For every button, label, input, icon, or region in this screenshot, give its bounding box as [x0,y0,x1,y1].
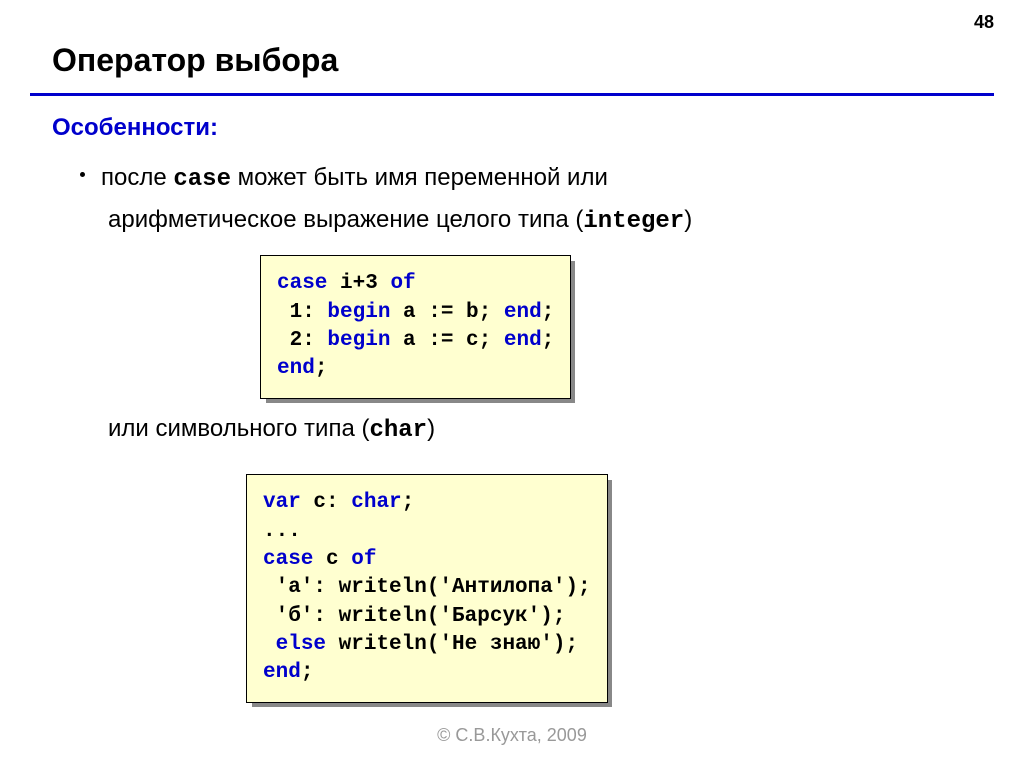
section-heading: Особенности: [0,96,1024,142]
copyright-text: © С.В.Кухта, 2009 [0,725,1024,746]
bullet-text-line2: арифметическое выражение целого типа (in… [0,200,1024,242]
code-block-2: var c: char; ... case c of 'а': writeln(… [246,474,608,702]
page-number: 48 [974,12,994,33]
slide-title: Оператор выбора [0,0,1024,79]
bullet-text-line1: после case может быть имя переменной или [101,158,608,200]
bullet-item: после case может быть имя переменной или [0,142,1024,200]
bullet-dot-icon [80,172,85,177]
code-block-1: case i+3 of 1: begin a := b; end; 2: beg… [260,255,571,398]
middle-text: или символьного типа (char) [0,409,1024,451]
